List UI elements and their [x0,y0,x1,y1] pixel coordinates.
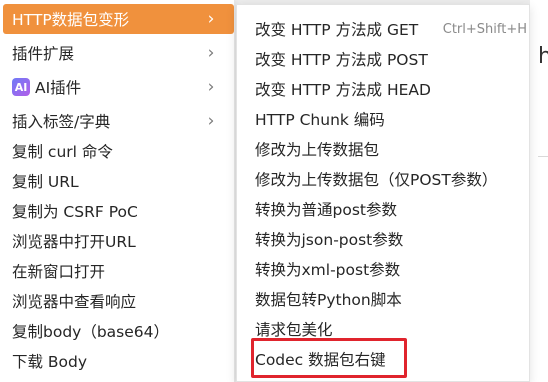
submenu-item-label: 转换为xml-post参数 [255,261,401,279]
menu-item-label: 复制 URL [12,173,79,191]
submenu-item-method-post[interactable]: 改变 HTTP 方法成 POST [237,44,529,74]
submenu-item-label: 转换为json-post参数 [255,231,404,249]
menu-item-label: HTTP数据包变形 [12,11,130,29]
submenu-item-to-upload[interactable]: 修改为上传数据包 [237,134,529,164]
submenu-http-packet-transform: 改变 HTTP 方法成 GET Ctrl+Shift+H 改变 HTTP 方法成… [236,4,530,382]
menu-item-open-new-window[interactable]: 在新窗口打开 [0,256,234,286]
context-menu: HTTP数据包变形 › 插件扩展 › AI AI插件 › 插入标签/字典 › 复… [0,0,235,382]
submenu-item-to-python-script[interactable]: 数据包转Python脚本 [237,284,529,314]
menu-item-plugin-extensions[interactable]: 插件扩展 › [0,38,234,68]
menu-item-copy-body-base64[interactable]: 复制body（base64） [0,316,234,346]
menu-item-download-body[interactable]: 下载 Body [0,346,234,376]
menu-item-open-url-in-browser[interactable]: 浏览器中打开URL [0,226,234,256]
menu-item-label: 浏览器中打开URL [12,233,136,251]
submenu-item-label: 改变 HTTP 方法成 GET [255,21,419,39]
submenu-item-label: 改变 HTTP 方法成 POST [255,51,428,69]
menu-item-copy-curl[interactable]: 复制 curl 命令 [0,136,234,166]
submenu-item-label: 修改为上传数据包（仅POST参数） [255,171,498,189]
menu-item-copy-url[interactable]: 复制 URL [0,166,234,196]
menu-item-label: AI插件 [35,79,82,97]
menu-item-label: 在新窗口打开 [12,263,106,281]
chevron-right-icon: › [207,77,215,97]
submenu-item-method-head[interactable]: 改变 HTTP 方法成 HEAD [237,74,529,104]
menu-item-label: 插入标签/字典 [12,113,111,131]
menu-item-label: 下载 Body [12,353,88,371]
submenu-item-method-get[interactable]: 改变 HTTP 方法成 GET Ctrl+Shift+H [237,14,529,44]
menu-item-view-response-in-browser[interactable]: 浏览器中查看响应 [0,286,234,316]
submenu-item-label: 数据包转Python脚本 [255,291,402,309]
submenu-item-to-json-post[interactable]: 转换为json-post参数 [237,224,529,254]
menu-item-label: 复制为 CSRF PoC [12,203,138,221]
chevron-right-icon: › [207,111,215,131]
submenu-item-to-upload-post-only[interactable]: 修改为上传数据包（仅POST参数） [237,164,529,194]
submenu-item-to-post-params[interactable]: 转换为普通post参数 [237,194,529,224]
menu-item-copy-csrf-poc[interactable]: 复制为 CSRF PoC [0,196,234,226]
submenu-item-label: 请求包美化 [255,321,333,339]
submenu-item-chunk-encoding[interactable]: HTTP Chunk 编码 [237,104,529,134]
menu-item-label: 插件扩展 [12,45,75,63]
menu-item-insert-tag-dict[interactable]: 插入标签/字典 › [0,106,234,136]
submenu-item-label: 转换为普通post参数 [255,201,397,219]
chevron-right-icon: › [207,43,215,63]
menu-item-ai-plugins[interactable]: AI AI插件 › [0,72,234,102]
menu-item-label: 浏览器中查看响应 [12,293,137,311]
menu-item-label: 复制 curl 命令 [12,143,113,161]
chevron-right-icon: › [207,9,215,29]
background-divider [538,156,548,157]
submenu-item-to-xml-post[interactable]: 转换为xml-post参数 [237,254,529,284]
ai-badge-icon: AI [12,78,30,96]
submenu-item-label: 改变 HTTP 方法成 HEAD [255,81,431,99]
shortcut-label: Ctrl+Shift+H [442,22,527,37]
menu-item-http-packet-transform[interactable]: HTTP数据包变形 › [3,4,234,34]
background-glyph: h [538,44,548,69]
menu-item-label: 复制body（base64） [12,323,170,341]
highlight-annotation-box [251,338,407,378]
submenu-item-label: HTTP Chunk 编码 [255,111,385,129]
submenu-item-label: 修改为上传数据包 [255,141,380,159]
